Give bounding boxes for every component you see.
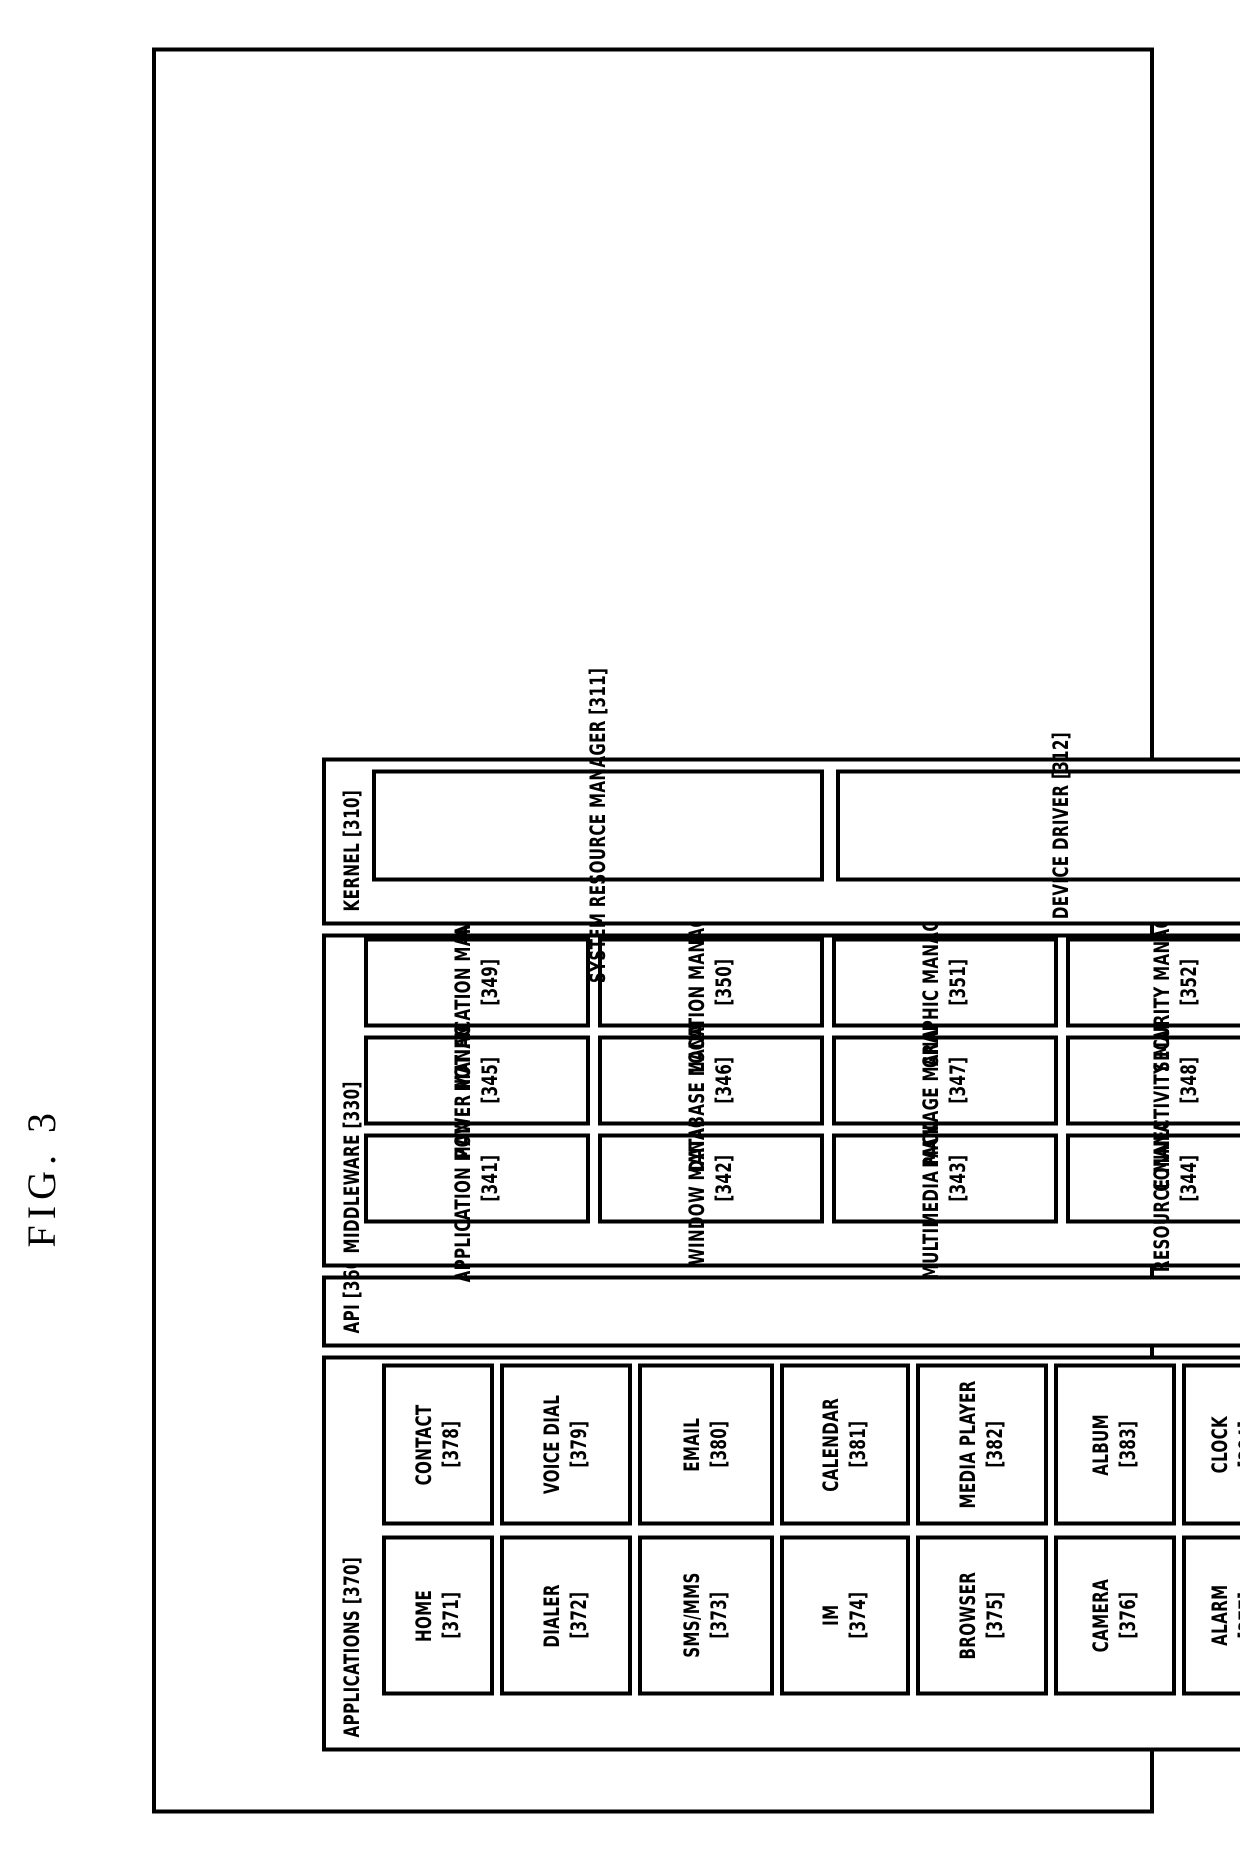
layer-kernel-label: KERNEL [310]: [340, 789, 364, 911]
app-title: IM: [819, 1604, 844, 1626]
layer-applications-label: APPLICATIONS [370]: [340, 1556, 364, 1737]
app-box-home[interactable]: HOME [371]: [382, 1535, 494, 1695]
app-title: CAMERA: [1089, 1578, 1114, 1652]
middleware-number: [341]: [478, 1154, 502, 1202]
middleware-box-notification-manager[interactable]: NOTIFICATION MANAGER [349]: [364, 873, 590, 1091]
app-number: [379]: [567, 1420, 591, 1468]
kernel-box-device-driver[interactable]: DEVICE DRIVER [312]: [836, 731, 1240, 919]
app-title: CLOCK: [1208, 1415, 1233, 1473]
middleware-number: [346]: [712, 1056, 736, 1104]
app-number: [383]: [1116, 1420, 1140, 1468]
middleware-box-power-manager[interactable]: POWER MANAGER [345]: [364, 1001, 590, 1159]
app-title: DIALER: [540, 1583, 565, 1647]
app-number: [382]: [983, 1420, 1007, 1468]
app-number: [378]: [439, 1420, 463, 1468]
app-box-media-player[interactable]: MEDIA PLAYER [382]: [916, 1363, 1048, 1525]
middleware-number: [352]: [1177, 958, 1201, 1006]
app-number: [377]: [1235, 1591, 1240, 1639]
app-title: VOICE DIAL: [540, 1394, 565, 1494]
middleware-number: [342]: [712, 1154, 736, 1202]
middleware-box-application-manager[interactable]: APPLICATION MANAGER [341]: [364, 1074, 590, 1282]
app-box-dialer[interactable]: DIALER [372]: [500, 1535, 632, 1695]
app-number: [376]: [1116, 1591, 1140, 1639]
middleware-box-location-manager[interactable]: LOCATION MANAGER [350]: [598, 892, 824, 1072]
app-number: [373]: [707, 1591, 731, 1639]
middleware-box-graphic-manager[interactable]: GRAPHIC MANAGER [351]: [832, 896, 1058, 1068]
app-box-browser[interactable]: BROWSER [375]: [916, 1535, 1048, 1695]
middleware-number: [349]: [478, 958, 502, 1006]
architecture-outer-frame: APPLICATIONS [370] HOME [371] DIALER [37…: [152, 47, 1240, 1813]
middleware-box-package-manager[interactable]: PACKAGE MANAGER [347]: [832, 993, 1058, 1167]
app-box-sms-mms[interactable]: SMS/MMS [373]: [638, 1535, 774, 1695]
app-number: [380]: [707, 1420, 731, 1468]
middleware-box-window-manager[interactable]: WINDOW MANAGER [342]: [598, 1092, 824, 1264]
figure-caption: FIG. 3: [19, 1106, 64, 1247]
middleware-number: [347]: [946, 1056, 970, 1104]
middleware-box-security-manager[interactable]: SECURITY MANAGER [352]: [1066, 893, 1240, 1071]
middleware-number: [351]: [946, 958, 970, 1006]
app-title: ALARM: [1208, 1584, 1233, 1646]
middleware-number: [343]: [946, 1154, 970, 1202]
layer-middleware-label: MIDDLEWARE [330]: [340, 1080, 364, 1253]
middleware-number: [345]: [478, 1056, 502, 1104]
layer-api: API [360]: [322, 1250, 1240, 1347]
kernel-box-system-resource-manager[interactable]: SYSTEM RESOURCE MANAGER [311]: [372, 667, 824, 983]
app-title: EMAIL: [680, 1417, 705, 1471]
app-title: CALENDAR: [819, 1397, 844, 1491]
middleware-number: [344]: [1177, 1154, 1201, 1202]
app-number: [384]: [1235, 1420, 1240, 1468]
app-number: [371]: [439, 1591, 463, 1639]
app-box-email[interactable]: EMAIL [380]: [638, 1363, 774, 1525]
app-box-voice-dial[interactable]: VOICE DIAL [379]: [500, 1363, 632, 1525]
app-number: [374]: [846, 1591, 870, 1639]
middleware-box-multimedia-manager[interactable]: MULTIMEDIA MANAGER [343]: [832, 1077, 1058, 1279]
app-title: MEDIA PLAYER: [956, 1379, 981, 1509]
layer-applications: APPLICATIONS [370] HOME [371] DIALER [37…: [322, 1355, 1240, 1751]
app-number: [372]: [567, 1591, 591, 1639]
kernel-title: SYSTEM RESOURCE MANAGER [311]: [585, 667, 610, 983]
middleware-number: [350]: [712, 958, 736, 1006]
app-number: [381]: [846, 1420, 870, 1468]
app-box-im[interactable]: IM [374]: [780, 1535, 910, 1695]
middleware-box-database-manager[interactable]: DATABASE MANAGER [346]: [598, 988, 824, 1172]
middleware-number: [348]: [1177, 1056, 1201, 1104]
app-title: HOME: [412, 1588, 437, 1642]
app-box-clock[interactable]: CLOCK [384]: [1182, 1363, 1240, 1525]
figure-stage: FIG. 3 300 APPLICATIONS [370] HOME [371]…: [0, 0, 1240, 1857]
app-title: CONTACT: [412, 1403, 437, 1485]
layer-kernel: KERNEL [310] SYSTEM RESOURCE MANAGER [31…: [322, 667, 1240, 983]
app-box-album[interactable]: ALBUM [383]: [1054, 1363, 1176, 1525]
app-title: SMS/MMS: [680, 1572, 705, 1658]
layer-middleware: MIDDLEWARE [330] RUNTIME LIBRARY[335]APP…: [322, 873, 1240, 1282]
app-title: BROWSER: [956, 1571, 981, 1659]
app-box-calendar[interactable]: CALENDAR [381]: [780, 1363, 910, 1525]
app-number: [375]: [983, 1591, 1007, 1639]
app-box-camera[interactable]: CAMERA [376]: [1054, 1535, 1176, 1695]
kernel-title: DEVICE DRIVER [312]: [1048, 731, 1073, 919]
app-title: ALBUM: [1089, 1413, 1114, 1475]
app-box-alarm[interactable]: ALARM [377]: [1182, 1535, 1240, 1695]
app-box-contact[interactable]: CONTACT [378]: [382, 1363, 494, 1525]
